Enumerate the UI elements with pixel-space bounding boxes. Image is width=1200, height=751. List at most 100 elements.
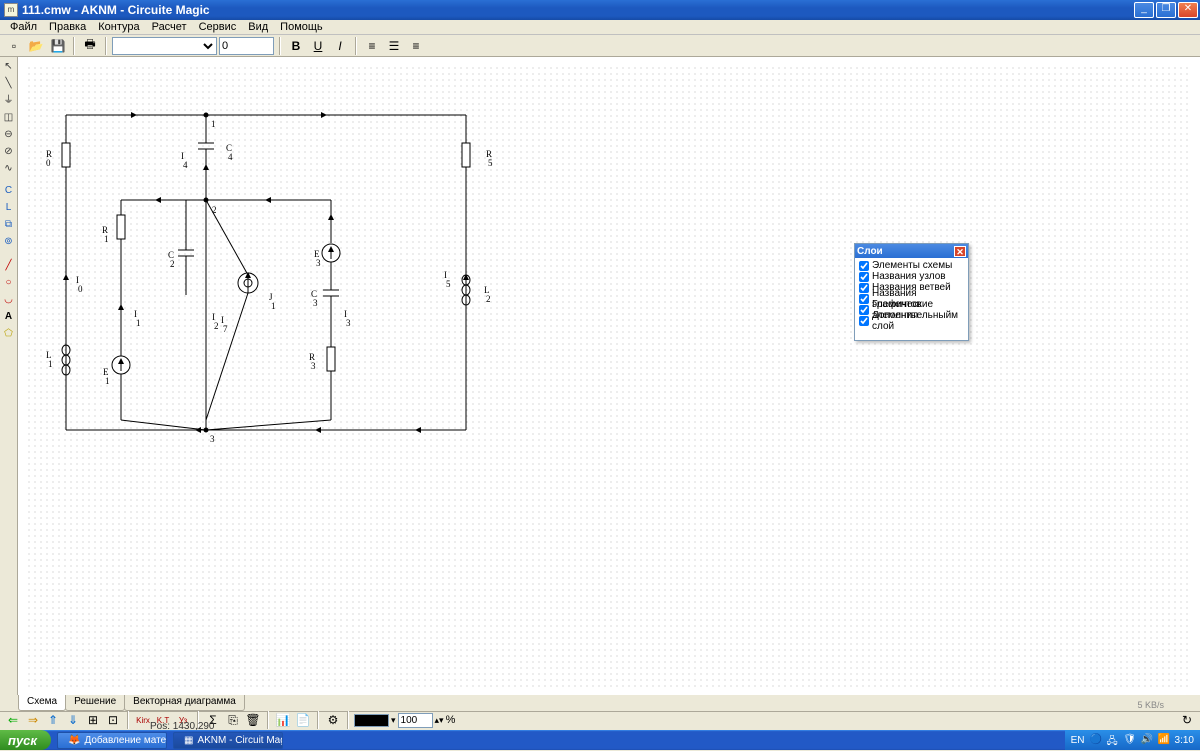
font-combo[interactable] <box>112 37 217 55</box>
app-icon: ▦ <box>184 735 193 746</box>
tray-icon[interactable]: 🛡 <box>1124 734 1136 746</box>
menu-service[interactable]: Сервис <box>193 21 243 33</box>
svg-text:1: 1 <box>48 359 53 369</box>
current-source-tool[interactable]: ⊘ <box>1 144 17 160</box>
ac-source-tool[interactable]: ∿ <box>1 161 17 177</box>
canvas[interactable]: 1 2 3 R0 R5 R1 R3 L1 L2 C4 I4 C2 C3 E1 E… <box>18 57 1200 695</box>
menu-bar: Файл Правка Контура Расчет Сервис Вид По… <box>0 20 1200 35</box>
layers-close-button[interactable]: ✕ <box>954 246 966 257</box>
capacitor-tool[interactable]: C <box>1 183 17 199</box>
svg-text:3: 3 <box>346 318 351 328</box>
close-button[interactable]: ✕ <box>1178 2 1198 18</box>
circle-tool[interactable]: ○ <box>1 275 17 291</box>
tray-icon[interactable]: 📶 <box>1158 734 1170 746</box>
voltage-source-tool[interactable]: ⊖ <box>1 127 17 143</box>
snap-button[interactable]: ⊡ <box>104 713 122 728</box>
menu-contours[interactable]: Контура <box>92 21 145 33</box>
options-button[interactable]: ⚙ <box>324 713 342 728</box>
align-left-button[interactable]: ≡ <box>362 37 382 55</box>
text-tool[interactable]: A <box>1 309 17 325</box>
underline-button[interactable]: U <box>308 37 328 55</box>
inductor-tool[interactable]: L <box>1 200 17 216</box>
app-icon: m <box>4 3 18 17</box>
svg-text:5: 5 <box>488 158 493 168</box>
menu-help[interactable]: Помощь <box>274 21 329 33</box>
taskbar-item-1[interactable]: 🦊 Добавление матери... <box>57 732 167 749</box>
tool-palette: ↖ ╲ ⏚ ◫ ⊖ ⊘ ∿ C L ⧉ ⊚ ╱ ○ ◡ A ⬠ <box>0 57 18 695</box>
save-button[interactable]: 💾 <box>48 37 68 55</box>
svg-text:2: 2 <box>212 205 217 215</box>
svg-text:7: 7 <box>223 324 228 334</box>
open-button[interactable]: 📂 <box>26 37 46 55</box>
copy-button[interactable]: ⎘ <box>224 713 242 728</box>
taskbar-item-2[interactable]: ▦ AKNM - Circuit Magic <box>173 732 283 749</box>
refresh-icon[interactable]: ↻ <box>1178 713 1196 728</box>
svg-text:4: 4 <box>228 152 233 162</box>
svg-text:1: 1 <box>211 119 216 129</box>
system-tray[interactable]: EN 🔵 🖧 🛡 🔊 📶 3:10 <box>1065 730 1200 750</box>
menu-calc[interactable]: Расчет <box>146 21 193 33</box>
svg-text:0: 0 <box>78 284 83 294</box>
polygon-tool[interactable]: ⬠ <box>1 326 17 342</box>
color-picker[interactable] <box>354 714 389 727</box>
maximize-button[interactable]: ❐ <box>1156 2 1176 18</box>
layer-check-1[interactable] <box>859 272 869 282</box>
transformer-tool[interactable]: ⧉ <box>1 217 17 233</box>
svg-text:1: 1 <box>136 318 141 328</box>
zoom-input[interactable] <box>398 713 433 728</box>
minimize-button[interactable]: _ <box>1134 2 1154 18</box>
layer-check-3[interactable] <box>859 294 869 304</box>
italic-button[interactable]: I <box>330 37 350 55</box>
align-center-button[interactable]: ☰ <box>384 37 404 55</box>
svg-text:0: 0 <box>46 158 51 168</box>
circuit-diagram: 1 2 3 R0 R5 R1 R3 L1 L2 C4 I4 C2 C3 E1 E… <box>26 65 626 515</box>
wire-tool[interactable]: ╲ <box>1 76 17 92</box>
svg-text:3: 3 <box>316 258 321 268</box>
lang-indicator[interactable]: EN <box>1071 735 1085 746</box>
svg-text:1: 1 <box>271 301 276 311</box>
nav-up-button[interactable]: ⇑ <box>44 713 62 728</box>
tab-vector[interactable]: Векторная диаграмма <box>124 695 245 711</box>
bold-button[interactable]: B <box>286 37 306 55</box>
delete-button[interactable]: 🗑 <box>244 713 262 728</box>
resistor-tool[interactable]: ◫ <box>1 110 17 126</box>
layer-check-4[interactable] <box>859 305 869 315</box>
report-button[interactable]: 📄 <box>294 713 312 728</box>
view-tabs: Схема Решение Векторная диаграмма <box>18 695 244 711</box>
arc-tool[interactable]: ◡ <box>1 292 17 308</box>
nav-left-button[interactable]: ⇐ <box>4 713 22 728</box>
tray-icon[interactable]: 🔵 <box>1090 734 1102 746</box>
layers-title: Слои <box>857 246 883 257</box>
svg-text:1: 1 <box>105 376 110 386</box>
nav-right-button[interactable]: ⇒ <box>24 713 42 728</box>
layer-check-2[interactable] <box>859 283 869 293</box>
window-title: 111.cmw - AKNM - Circuite Magic <box>22 3 1134 17</box>
pointer-tool[interactable]: ↖ <box>1 59 17 75</box>
size-spinner[interactable] <box>219 37 274 55</box>
ground-tool[interactable]: ⏚ <box>1 93 17 109</box>
menu-edit[interactable]: Правка <box>43 21 92 33</box>
menu-view[interactable]: Вид <box>242 21 274 33</box>
tray-icon[interactable]: 🔊 <box>1141 734 1153 746</box>
align-right-button[interactable]: ≡ <box>406 37 426 55</box>
new-button[interactable]: ▫ <box>4 37 24 55</box>
clock[interactable]: 3:10 <box>1175 735 1194 746</box>
layer-label-1: Названия узлов <box>872 271 946 282</box>
start-button[interactable]: пуск <box>0 730 51 750</box>
tab-solution[interactable]: Решение <box>65 695 125 711</box>
line-tool[interactable]: ╱ <box>1 258 17 274</box>
zoom-pct: % <box>446 714 456 726</box>
menu-file[interactable]: Файл <box>4 21 43 33</box>
tab-schema[interactable]: Схема <box>18 695 66 711</box>
svg-text:1: 1 <box>104 234 109 244</box>
print-button[interactable]: 🖶 <box>80 37 100 55</box>
meter-tool[interactable]: ⊚ <box>1 234 17 250</box>
tray-icon[interactable]: 🖧 <box>1107 734 1119 746</box>
firefox-icon: 🦊 <box>68 735 80 746</box>
layer-check-0[interactable] <box>859 261 869 271</box>
layer-check-5[interactable] <box>859 316 869 326</box>
layers-panel[interactable]: Слои ✕ Элементы схемы Названия узлов Наз… <box>854 243 969 341</box>
chart-button[interactable]: 📊 <box>274 713 292 728</box>
grid-button[interactable]: ⊞ <box>84 713 102 728</box>
nav-down-button[interactable]: ⇓ <box>64 713 82 728</box>
